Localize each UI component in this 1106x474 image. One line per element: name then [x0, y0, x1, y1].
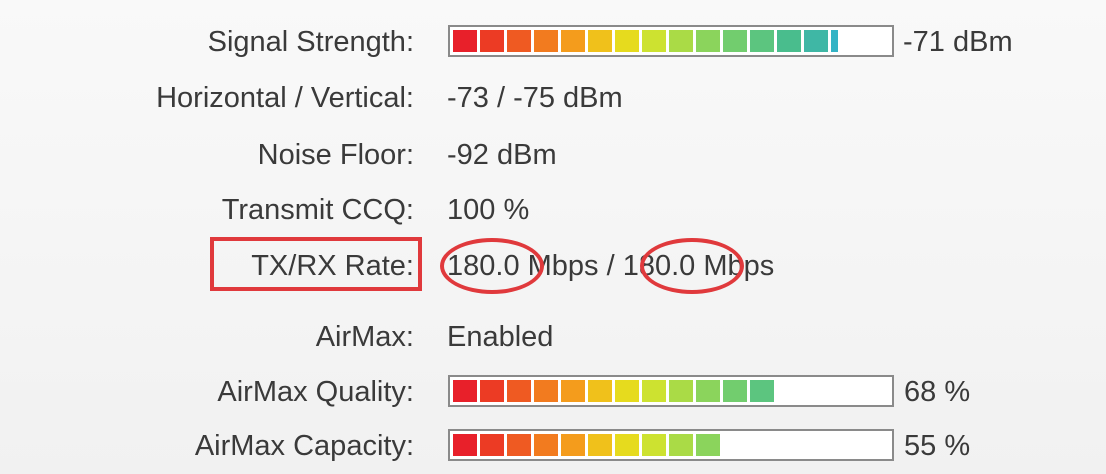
level-segment	[480, 380, 504, 402]
airmax-capacity-bar	[448, 429, 894, 461]
noise-floor-value: -92 dBm	[447, 139, 557, 171]
airmax-row: AirMax: Enabled	[0, 311, 1106, 363]
horizontal-vertical-value: -73 / -75 dBm	[447, 82, 623, 114]
level-segment	[723, 380, 747, 402]
rx-rate-highlight-circle	[640, 238, 744, 294]
airmax-quality-label: AirMax Quality:	[217, 376, 414, 408]
airmax-capacity-label: AirMax Capacity:	[194, 430, 414, 462]
level-segment	[480, 434, 504, 456]
noise-floor-row: Noise Floor: -92 dBm	[0, 129, 1106, 181]
horizontal-vertical-row: Horizontal / Vertical: -73 / -75 dBm	[0, 72, 1106, 124]
level-segment	[696, 30, 720, 52]
level-segment	[642, 434, 666, 456]
airmax-label: AirMax:	[315, 321, 414, 353]
level-segment	[561, 434, 585, 456]
level-segment	[615, 30, 639, 52]
level-segment	[696, 434, 720, 456]
level-segment	[534, 434, 558, 456]
level-segment	[588, 30, 612, 52]
level-segment	[480, 30, 504, 52]
level-segment	[669, 380, 693, 402]
transmit-ccq-label: Transmit CCQ:	[221, 194, 414, 226]
level-segment	[615, 380, 639, 402]
level-segment	[588, 380, 612, 402]
tx-rate-highlight-circle	[440, 238, 544, 294]
signal-strength-row: Signal Strength: -71 dBm	[0, 16, 1106, 68]
level-segment	[534, 30, 558, 52]
airmax-capacity-value: 55 %	[904, 430, 971, 462]
airmax-capacity-row: AirMax Capacity: 55 %	[0, 420, 1106, 472]
level-segment	[831, 30, 838, 52]
level-segment	[750, 30, 774, 52]
level-segment	[453, 434, 477, 456]
noise-floor-label: Noise Floor:	[257, 139, 414, 171]
airmax-quality-bar	[448, 375, 894, 407]
level-segment	[453, 380, 477, 402]
txrx-rate-row: TX/RX Rate: 180.0 Mbps / 180.0 Mbps	[0, 240, 1106, 292]
airmax-value: Enabled	[447, 321, 554, 353]
level-segment	[696, 380, 720, 402]
level-segment	[588, 434, 612, 456]
level-segment	[453, 30, 477, 52]
level-segment	[804, 30, 828, 52]
signal-strength-bar	[448, 25, 894, 57]
level-segment	[561, 380, 585, 402]
level-segment	[777, 30, 801, 52]
level-segment	[669, 30, 693, 52]
signal-strength-value: -71 dBm	[903, 26, 1013, 58]
signal-strength-label: Signal Strength:	[207, 26, 414, 58]
txrx-label-highlight-box	[210, 237, 422, 291]
level-segment	[507, 30, 531, 52]
airmax-quality-value: 68 %	[904, 376, 971, 408]
wireless-status-panel: Signal Strength: -71 dBm Horizontal / Ve…	[0, 0, 1106, 474]
level-segment	[615, 434, 639, 456]
level-segment	[507, 380, 531, 402]
level-segment	[642, 30, 666, 52]
level-segment	[723, 30, 747, 52]
level-segment	[669, 434, 693, 456]
horizontal-vertical-label: Horizontal / Vertical:	[156, 82, 414, 114]
level-segment	[534, 380, 558, 402]
level-segment	[750, 380, 774, 402]
level-segment	[507, 434, 531, 456]
transmit-ccq-row: Transmit CCQ: 100 %	[0, 184, 1106, 236]
level-segment	[642, 380, 666, 402]
airmax-quality-row: AirMax Quality: 68 %	[0, 366, 1106, 418]
level-segment	[561, 30, 585, 52]
transmit-ccq-value: 100 %	[447, 194, 530, 226]
